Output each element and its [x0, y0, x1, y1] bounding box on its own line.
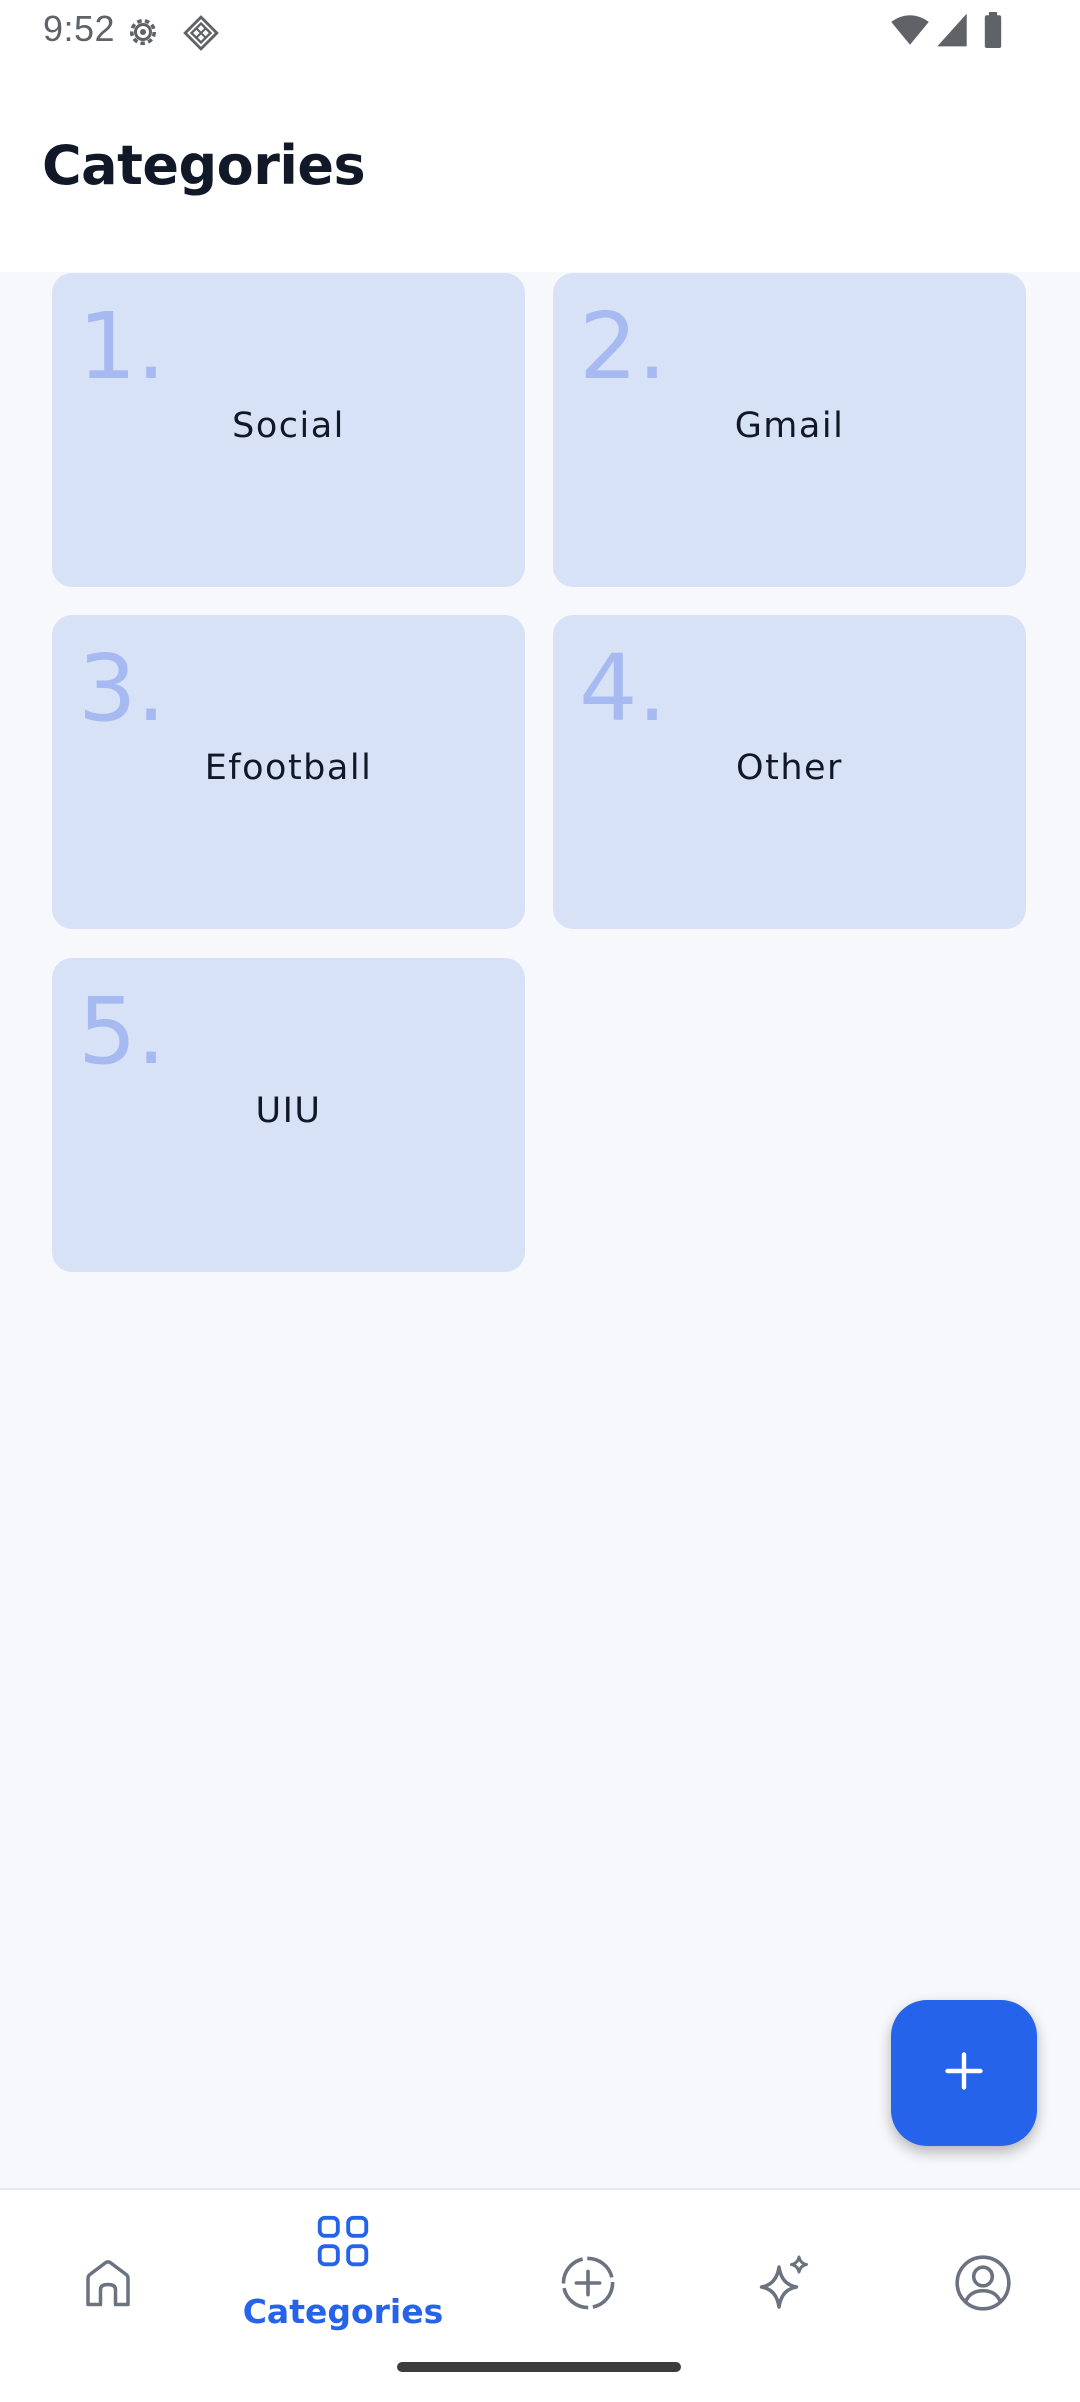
sparkle-icon	[754, 2252, 814, 2316]
add-circle-icon	[557, 2252, 619, 2318]
status-bar: 9:52	[0, 0, 1080, 66]
category-card-social[interactable]: 1. Social	[52, 273, 525, 587]
cellular-signal-icon	[935, 12, 971, 48]
page-title: Categories	[42, 134, 366, 197]
wifi-icon	[890, 12, 929, 48]
category-name: Social	[232, 406, 345, 446]
diamond-app-icon	[182, 14, 219, 51]
category-card-other[interactable]: 4. Other	[553, 615, 1026, 929]
category-name: Gmail	[734, 406, 845, 446]
home-gesture-bar[interactable]	[397, 2362, 681, 2372]
category-number: 3.	[78, 635, 166, 742]
category-name: Efootball	[204, 748, 373, 788]
categories-grid-icon	[312, 2210, 374, 2276]
add-category-button[interactable]	[891, 2000, 1037, 2146]
settings-gear-icon	[125, 14, 161, 50]
nav-item-home[interactable]	[0, 2190, 216, 2350]
nav-item-profile[interactable]	[875, 2190, 1080, 2350]
category-card-gmail[interactable]: 2. Gmail	[553, 273, 1026, 587]
nav-item-add[interactable]	[480, 2190, 696, 2350]
category-number: 1.	[78, 293, 166, 400]
nav-item-sparkle[interactable]	[676, 2190, 892, 2350]
profile-icon	[952, 2252, 1014, 2318]
category-card-efootball[interactable]: 3. Efootball	[52, 615, 525, 929]
category-name: Other	[736, 748, 843, 788]
category-card-uiu[interactable]: 5. UIU	[52, 958, 525, 1272]
header: Categories	[0, 66, 1080, 272]
category-number: 4.	[579, 635, 667, 742]
category-number: 2.	[579, 293, 667, 400]
category-number: 5.	[78, 978, 166, 1085]
plus-icon	[942, 2049, 986, 2097]
status-time: 9:52	[43, 8, 116, 49]
category-name: UIU	[255, 1091, 322, 1131]
nav-label-categories: Categories	[242, 2292, 444, 2331]
battery-icon	[982, 12, 1018, 48]
home-icon	[78, 2252, 138, 2316]
nav-item-categories[interactable]: Categories	[235, 2190, 451, 2350]
